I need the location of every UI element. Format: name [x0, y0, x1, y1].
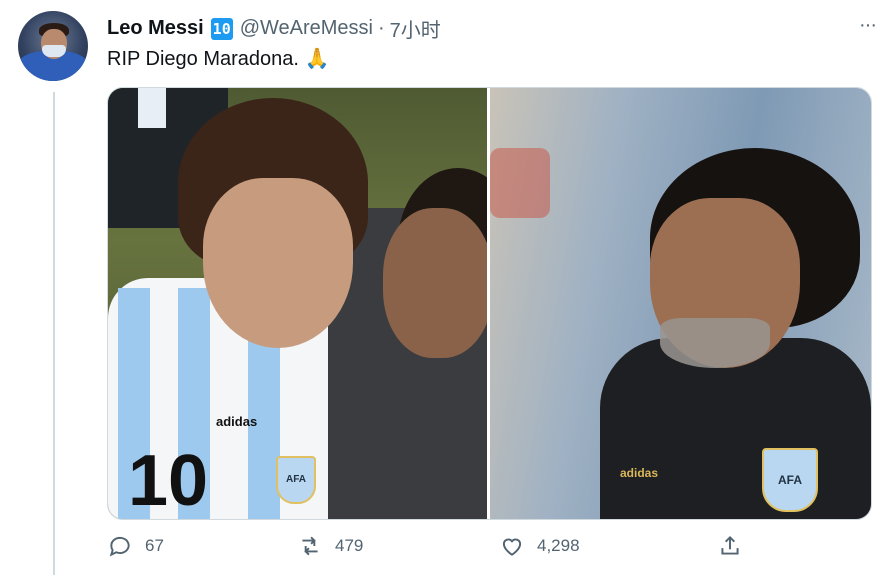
- avatar-mask: [42, 45, 66, 57]
- coach-beard: [660, 318, 770, 368]
- tweet-time[interactable]: 7小时: [390, 14, 441, 43]
- jacket-brand: adidas: [620, 466, 659, 480]
- like-button[interactable]: 4,298: [499, 533, 580, 559]
- author-handle[interactable]: @WeAreMessi: [240, 17, 373, 40]
- more-icon[interactable]: ···: [859, 14, 877, 37]
- background-blur: [490, 148, 550, 218]
- afa-crest: AFA: [762, 448, 818, 512]
- share-icon: [721, 535, 739, 555]
- like-icon: [502, 538, 522, 556]
- separator-dot: ·: [378, 17, 385, 39]
- retweet-button[interactable]: 479: [297, 533, 363, 559]
- jersey-brand: adidas: [216, 414, 258, 429]
- thread-line: [53, 92, 55, 575]
- like-count: 4,298: [537, 536, 580, 555]
- afa-crest: AFA: [276, 456, 316, 504]
- player-face: [203, 178, 353, 348]
- verified-badge-icon: 10: [210, 17, 233, 40]
- reply-button[interactable]: 67: [107, 533, 164, 559]
- tweet-media: adidas 10 AFA adidas AFA: [107, 87, 872, 520]
- tweet-actions: 67 479 4,298: [107, 533, 747, 563]
- coach-face: [383, 208, 487, 358]
- avatar[interactable]: [18, 11, 88, 81]
- tweet-text: RIP Diego Maradona. 🙏: [107, 48, 330, 70]
- reply-count: 67: [145, 536, 164, 555]
- photo-right[interactable]: adidas AFA: [490, 88, 871, 519]
- retweet-icon: [302, 536, 318, 556]
- author-name[interactable]: Leo Messi: [107, 17, 204, 40]
- tweet-header: Leo Messi 10 @WeAreMessi · 7小时: [107, 14, 441, 43]
- reply-icon: [109, 536, 130, 557]
- background-stripe: [138, 88, 166, 128]
- photo-left[interactable]: adidas 10 AFA: [108, 88, 487, 519]
- jersey-number: 10: [128, 441, 209, 519]
- share-button[interactable]: [717, 533, 755, 559]
- retweet-count: 479: [335, 536, 364, 555]
